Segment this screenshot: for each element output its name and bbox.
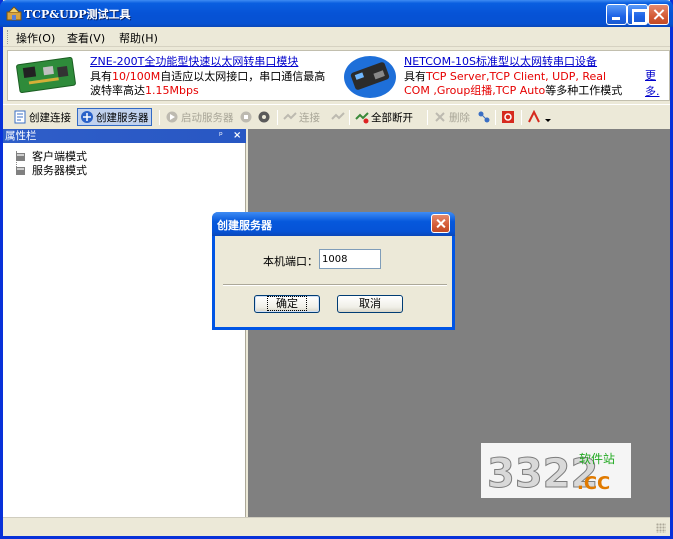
pin-icon[interactable]: ᵖ — [219, 129, 223, 143]
app-icon — [6, 6, 22, 21]
toolbar-separator — [495, 110, 496, 125]
tree-item-server-mode[interactable]: 服务器模式 — [11, 162, 87, 178]
gear-icon — [258, 111, 270, 123]
network-button[interactable] — [477, 108, 493, 126]
more-link[interactable]: 更多. — [645, 67, 669, 99]
start-server-label: 启动服务器 — [181, 111, 234, 124]
ad2-line2: COM ,Group组播,TCP Auto等多种工作模式 — [404, 82, 622, 98]
create-server-label: 创建服务器 — [96, 111, 149, 124]
toolbar: 创建连接 创建服务器 启动服务器 连接 全部断开 删除 — [3, 104, 670, 128]
stop-server-icon — [240, 111, 252, 123]
property-panel: 属性栏 ᵖ × 客户端模式 服务器模式 — [3, 129, 246, 517]
disconnect-all-button[interactable]: 全部断开 — [355, 108, 413, 126]
new-connection-icon — [14, 110, 26, 124]
create-server-dialog: 创建服务器 本机端口： 确定 取消 — [212, 212, 455, 330]
dialog-title: 创建服务器 — [217, 219, 272, 232]
panel-header: 属性栏 ᵖ × — [3, 129, 246, 143]
create-server-button[interactable]: 创建服务器 — [77, 108, 152, 126]
minimize-button[interactable] — [606, 4, 627, 25]
connect-button[interactable]: 连接 — [283, 108, 320, 126]
toolbar-overflow[interactable] — [545, 108, 551, 126]
status-bar — [3, 517, 670, 536]
toolbar-separator — [427, 110, 428, 125]
delete-label: 删除 — [449, 111, 470, 124]
cancel-button[interactable]: 取消 — [337, 295, 403, 313]
tree-item-label: 服务器模式 — [32, 164, 87, 177]
folder-icon — [16, 152, 25, 161]
settings-button[interactable] — [257, 108, 273, 126]
network-icon — [478, 111, 490, 123]
port-input[interactable] — [319, 249, 381, 269]
dialog-close-button[interactable] — [431, 214, 450, 233]
ad-banner: ZNE-200T全功能型快速以太网转串口模块 具有10/100M自适应以太网接口… — [7, 50, 670, 101]
ad2-title-link[interactable]: NETCOM-10S标准型以太网转串口设备 — [404, 53, 597, 69]
menu-view[interactable]: 查看(V) — [67, 30, 105, 46]
dialog-separator — [223, 284, 447, 286]
menu-grip[interactable] — [7, 30, 10, 44]
start-server-button[interactable]: 启动服务器 — [165, 108, 234, 126]
ok-label: 确定 — [267, 296, 307, 311]
ad1-line2-red: 1.15Mbps — [145, 84, 199, 97]
ad1-line2: 波特率高达1.15Mbps — [90, 82, 199, 98]
menu-help[interactable]: 帮助(H) — [119, 30, 158, 46]
maximize-button[interactable] — [627, 4, 648, 25]
window-title: TCP&UDP测试工具 — [24, 8, 131, 21]
toolbar-separator — [159, 110, 160, 125]
menu-bar: 操作(O) 查看(V) 帮助(H) — [3, 27, 670, 47]
create-connection-label: 创建连接 — [29, 111, 71, 124]
folder-icon — [16, 166, 25, 175]
disconnect-all-label: 全部断开 — [371, 111, 413, 124]
module-board-image[interactable] — [14, 55, 78, 95]
stop-server-button[interactable] — [239, 108, 255, 126]
disconnect-icon — [331, 112, 345, 120]
delete-button[interactable]: 删除 — [433, 108, 470, 126]
delete-icon — [435, 112, 445, 122]
dialog-title-bar[interactable]: 创建服务器 — [212, 212, 455, 236]
watermark-logo: 3322 软件站 .CC — [481, 443, 631, 498]
exit-icon — [528, 110, 540, 123]
connect-label: 连接 — [299, 111, 320, 124]
panel-title: 属性栏 — [5, 130, 37, 142]
start-server-icon — [166, 111, 178, 123]
panel-close-icon[interactable]: × — [233, 129, 241, 143]
menu-operate[interactable]: 操作(O) — [16, 30, 55, 46]
ad1-title-link[interactable]: ZNE-200T全功能型快速以太网转串口模块 — [90, 53, 298, 69]
close-button[interactable] — [648, 4, 669, 25]
connect-icon — [283, 112, 297, 120]
stop-icon — [502, 111, 514, 123]
ad2-line2-b: 等多种工作模式 — [545, 84, 623, 97]
toolbar-separator — [349, 110, 350, 125]
ad2-line2-red: COM ,Group组播,TCP Auto — [404, 84, 546, 97]
toolbar-separator — [521, 110, 522, 125]
stop-button[interactable] — [501, 108, 517, 126]
exit-button[interactable] — [527, 108, 543, 126]
chevron-down-icon — [545, 119, 551, 122]
port-label: 本机端口： — [263, 255, 318, 268]
ad1-line2-a: 波特率高达 — [90, 84, 145, 97]
watermark-sub: 软件站 — [579, 452, 615, 466]
create-connection-button[interactable]: 创建连接 — [13, 108, 71, 126]
toolbar-separator — [277, 110, 278, 125]
watermark-domain: .CC — [577, 473, 610, 494]
ok-button[interactable]: 确定 — [254, 295, 320, 313]
title-bar[interactable]: TCP&UDP测试工具 — [0, 0, 673, 27]
disconnect-all-icon — [355, 112, 369, 124]
resize-grip[interactable] — [656, 523, 666, 533]
server-icon — [81, 111, 93, 123]
netcom-device-image[interactable] — [342, 53, 398, 99]
disconnect-button[interactable] — [331, 108, 347, 126]
